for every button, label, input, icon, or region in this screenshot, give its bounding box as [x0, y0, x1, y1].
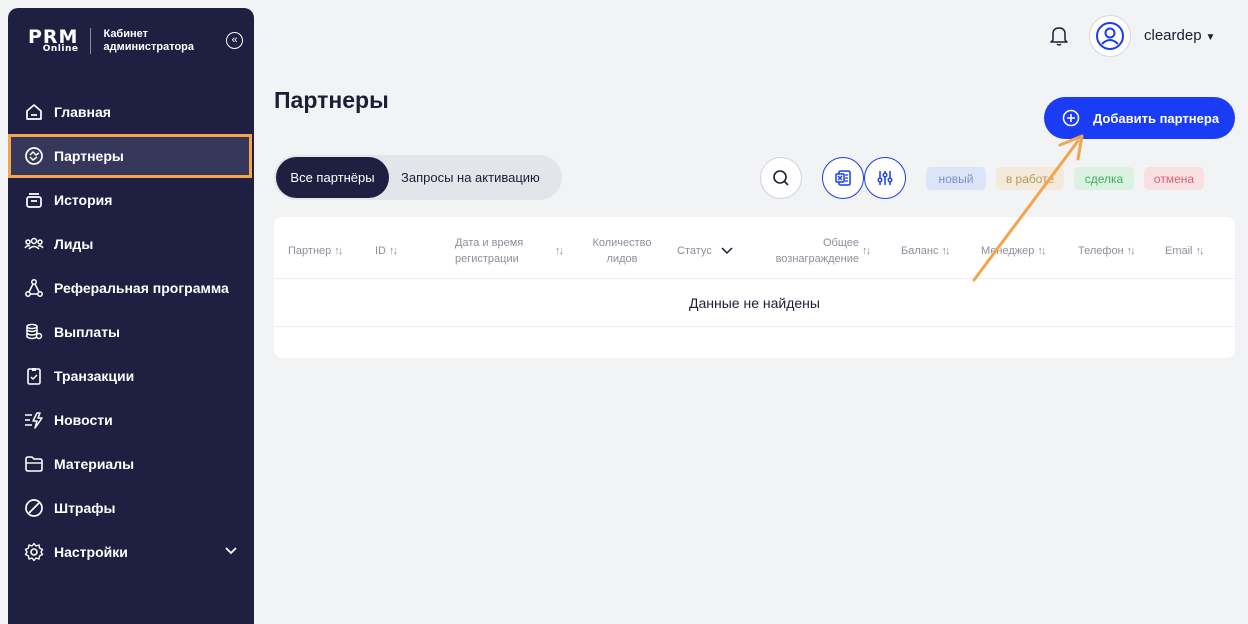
- sidebar-item-label: Партнеры: [54, 148, 124, 164]
- referral-icon: [24, 278, 44, 298]
- sidebar-item-materials[interactable]: Материалы: [8, 442, 254, 486]
- column-header-email[interactable]: Email ↑↓: [1165, 243, 1205, 259]
- sidebar-item-partners[interactable]: Партнеры: [8, 134, 252, 178]
- sort-icon[interactable]: ↑↓: [552, 243, 564, 259]
- partners-icon: [24, 146, 44, 166]
- caret-down-icon: ▼: [1205, 32, 1216, 43]
- cabinet-label: Кабинет администратора: [103, 28, 195, 53]
- sort-icon: ↑↓: [389, 245, 398, 257]
- sidebar-item-label: Выплаты: [54, 324, 121, 340]
- column-label: Дата и время: [455, 237, 524, 249]
- sidebar-nav: Главная Партнеры История Лиды Реферальна…: [8, 90, 254, 574]
- collapse-sidebar-icon[interactable]: «: [226, 32, 243, 49]
- column-header-id[interactable]: ID ↑↓: [375, 243, 398, 259]
- filter-button[interactable]: [864, 157, 906, 199]
- column-label: лидов: [606, 253, 638, 265]
- sidebar-item-home[interactable]: Главная: [8, 90, 254, 134]
- sliders-icon: [877, 171, 893, 185]
- tab-all-partners[interactable]: Все партнёры: [276, 157, 389, 198]
- plus-circle-icon: [1062, 109, 1080, 127]
- add-partner-label: Добавить партнера: [1093, 110, 1220, 126]
- avatar[interactable]: [1089, 15, 1131, 57]
- logo[interactable]: PRM Online: [28, 28, 78, 54]
- sidebar-item-label: Реферальная программа: [54, 280, 229, 296]
- column-label: Партнер: [288, 245, 332, 257]
- status-badge-in-work[interactable]: в работе: [996, 167, 1064, 190]
- table-header: Партнер ↑↓ ID ↑↓ Дата и время регистрации ↑…: [274, 217, 1235, 279]
- chevron-down-icon[interactable]: [224, 543, 238, 560]
- sidebar-item-label: Штрафы: [54, 500, 116, 516]
- sidebar: PRM Online Кабинет администратора « Глав…: [8, 8, 254, 624]
- status-badge-new[interactable]: новый: [926, 167, 986, 190]
- username: cleardep: [1144, 27, 1202, 44]
- sort-icon: ↑↓: [1195, 245, 1205, 257]
- sidebar-item-label: Материалы: [54, 456, 135, 472]
- export-excel-button[interactable]: [822, 157, 864, 199]
- search-icon: [773, 170, 789, 186]
- sidebar-item-payouts[interactable]: Выплаты: [8, 310, 254, 354]
- column-label: Баланс: [901, 245, 939, 257]
- sidebar-item-label: Транзакции: [54, 368, 135, 384]
- column-header-manager[interactable]: Менеджер ↑↓: [981, 243, 1046, 259]
- payouts-icon: [24, 322, 44, 342]
- sidebar-item-label: Главная: [54, 104, 111, 120]
- column-header-balance[interactable]: Баланс ↑↓: [901, 243, 950, 259]
- status-badge-cancel[interactable]: отмена: [1144, 167, 1204, 190]
- sidebar-item-fines[interactable]: Штрафы: [8, 486, 254, 530]
- sort-icon: ↑↓: [1037, 245, 1046, 257]
- column-label: Телефон: [1078, 245, 1124, 257]
- sidebar-item-label: История: [54, 192, 113, 208]
- settings-icon: [24, 542, 44, 562]
- column-label: Общее: [822, 237, 859, 249]
- column-label: вознаграждение: [775, 253, 859, 265]
- sort-icon: ↑↓: [1126, 245, 1136, 257]
- sidebar-item-history[interactable]: История: [8, 178, 254, 222]
- sidebar-item-label: Лиды: [54, 236, 94, 252]
- brand: PRM Online Кабинет администратора: [28, 28, 203, 54]
- sidebar-item-label: Настройки: [54, 544, 128, 560]
- transactions-icon: [24, 366, 44, 386]
- sidebar-item-settings[interactable]: Настройки: [8, 530, 254, 574]
- home-icon: [24, 102, 44, 122]
- column-header-registration[interactable]: Дата и время регистрации: [455, 235, 523, 267]
- sidebar-item-news[interactable]: Новости: [8, 398, 254, 442]
- chevron-down-icon: [721, 247, 733, 255]
- user-menu[interactable]: cleardep ▼: [1144, 27, 1215, 44]
- column-header-leads[interactable]: Количество лидов: [584, 235, 660, 267]
- sort-icon[interactable]: ↑↓: [859, 243, 871, 259]
- column-label: Количество: [592, 237, 652, 249]
- brand-divider: [90, 28, 92, 54]
- sidebar-item-referral[interactable]: Реферальная программа: [8, 266, 254, 310]
- column-label: ID: [375, 245, 386, 257]
- sidebar-item-label: Новости: [54, 412, 113, 428]
- partner-tabs: Все партнёры Запросы на активацию: [274, 155, 562, 200]
- partners-table: Партнер ↑↓ ID ↑↓ Дата и время регистрации ↑…: [274, 217, 1235, 358]
- news-icon: [24, 410, 44, 430]
- status-badge-deal[interactable]: сделка: [1074, 167, 1134, 190]
- fines-icon: [24, 498, 44, 518]
- column-label: регистрации: [455, 253, 519, 265]
- column-header-status[interactable]: Статус: [677, 243, 734, 259]
- sort-icon: ↑↓: [941, 245, 950, 257]
- user-icon: [1096, 22, 1124, 50]
- tab-activation-requests[interactable]: Запросы на активацию: [389, 157, 552, 198]
- column-header-phone[interactable]: Телефон ↑↓: [1078, 243, 1136, 259]
- column-label: Email: [1165, 245, 1193, 257]
- column-header-partner[interactable]: Партнер ↑↓: [288, 243, 343, 259]
- materials-icon: [24, 454, 44, 474]
- sort-icon: ↑↓: [334, 245, 343, 257]
- column-label: Статус: [677, 245, 712, 257]
- empty-state-message: Данные не найдены: [274, 279, 1235, 327]
- column-label: Менеджер: [981, 245, 1035, 257]
- sidebar-item-transactions[interactable]: Транзакции: [8, 354, 254, 398]
- search-button[interactable]: [760, 157, 802, 199]
- leads-icon: [24, 234, 44, 254]
- bell-icon[interactable]: [1048, 24, 1070, 46]
- page-title: Партнеры: [274, 87, 389, 113]
- history-icon: [24, 190, 44, 210]
- sidebar-item-leads[interactable]: Лиды: [8, 222, 254, 266]
- add-partner-button[interactable]: Добавить партнера: [1044, 97, 1235, 139]
- excel-icon: [835, 170, 851, 186]
- column-header-reward[interactable]: Общее вознаграждение: [754, 235, 859, 267]
